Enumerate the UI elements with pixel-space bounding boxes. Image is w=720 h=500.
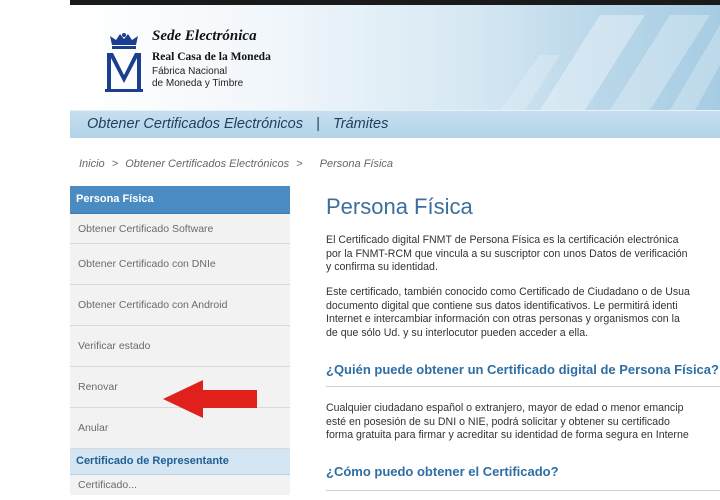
- text-line: Internet e intercambiar información con …: [326, 313, 680, 325]
- crown-m-logo[interactable]: [104, 31, 144, 93]
- section-heading-como: ¿Cómo puedo obtener el Certificado?: [326, 464, 559, 479]
- site-title: Sede Electrónica: [152, 28, 257, 44]
- breadcrumb-inicio[interactable]: Inicio: [79, 158, 105, 170]
- breadcrumb-separator: >: [296, 158, 303, 170]
- text-line: y confirma su identidad.: [326, 261, 438, 273]
- eligibility-paragraph: Cualquier ciudadano español o extranjero…: [326, 402, 689, 443]
- text-line: de que sólo Ud. y su interlocutor pueden…: [326, 326, 589, 339]
- sidebar-heading-representante[interactable]: Certificado de Representante: [70, 449, 290, 475]
- sidebar-item-obtener-android[interactable]: Obtener Certificado con Android: [70, 285, 290, 326]
- org-subname-1: Fábrica Nacional: [152, 66, 228, 77]
- sidebar-item-label: Renovar: [78, 381, 118, 393]
- text-line: esté en posesión de su DNI o NIE, podrá …: [326, 415, 670, 428]
- sidebar-item-obtener-dnie[interactable]: Obtener Certificado con DNIe: [70, 244, 290, 285]
- sidebar-heading[interactable]: Persona Física: [70, 186, 290, 214]
- red-arrow-left-icon: [163, 380, 257, 418]
- breadcrumb-separator: >: [111, 158, 119, 170]
- sidebar-item-label: Obtener Certificado con DNIe: [78, 258, 216, 270]
- org-subname-2: de Moneda y Timbre: [152, 78, 244, 89]
- sidebar-item-obtener-software[interactable]: Obtener Certificado Software: [70, 214, 290, 244]
- text-line: por la FNMT-RCM que vincula a su suscrip…: [326, 247, 688, 260]
- sidebar-item-partial[interactable]: Certificado...: [70, 475, 290, 495]
- text-line: forma gratuita para firmar y acreditar s…: [326, 429, 689, 441]
- intro-paragraph: El Certificado digital FNMT de Persona F…: [326, 234, 688, 275]
- text-line: Cualquier ciudadano español o extranjero…: [326, 402, 684, 414]
- org-name: Real Casa de la Moneda: [152, 51, 271, 63]
- breadcrumb-current: Persona Física: [319, 158, 394, 170]
- sidebar: Persona Física Obtener Certificado Softw…: [70, 186, 290, 500]
- divider: [326, 490, 720, 491]
- sidebar-item-label: Anular: [78, 422, 109, 434]
- nav-separator: |: [316, 116, 320, 132]
- text-line: El Certificado digital FNMT de Persona F…: [326, 234, 679, 246]
- sidebar-item-label: Obtener Certificado con Android: [78, 299, 228, 311]
- divider: [326, 386, 720, 387]
- main-nav: Obtener Certificados Electrónicos | Trám…: [70, 110, 720, 138]
- site-header: Sede Electrónica Real Casa de la Moneda …: [70, 5, 720, 110]
- page-title: Persona Física: [326, 194, 473, 219]
- section-heading-quien: ¿Quién puede obtener un Certificado digi…: [326, 362, 719, 377]
- breadcrumb: Inicio > Obtener Certificados Electrónic…: [79, 158, 397, 170]
- description-paragraph: Este certificado, también conocido como …: [326, 286, 690, 340]
- sidebar-item-label: Obtener Certificado Software: [78, 222, 214, 235]
- text-line: Este certificado, también conocido como …: [326, 286, 690, 298]
- sidebar-item-verificar-estado[interactable]: Verificar estado: [70, 326, 290, 367]
- sidebar-item-label: Verificar estado: [78, 340, 151, 352]
- nav-tramites[interactable]: Trámites: [333, 116, 388, 132]
- nav-obtener-certificados[interactable]: Obtener Certificados Electrónicos: [87, 116, 303, 132]
- text-line: documento digital que contiene sus datos…: [326, 299, 678, 312]
- breadcrumb-obtener-certificados[interactable]: Obtener Certificados Electrónicos: [125, 158, 289, 170]
